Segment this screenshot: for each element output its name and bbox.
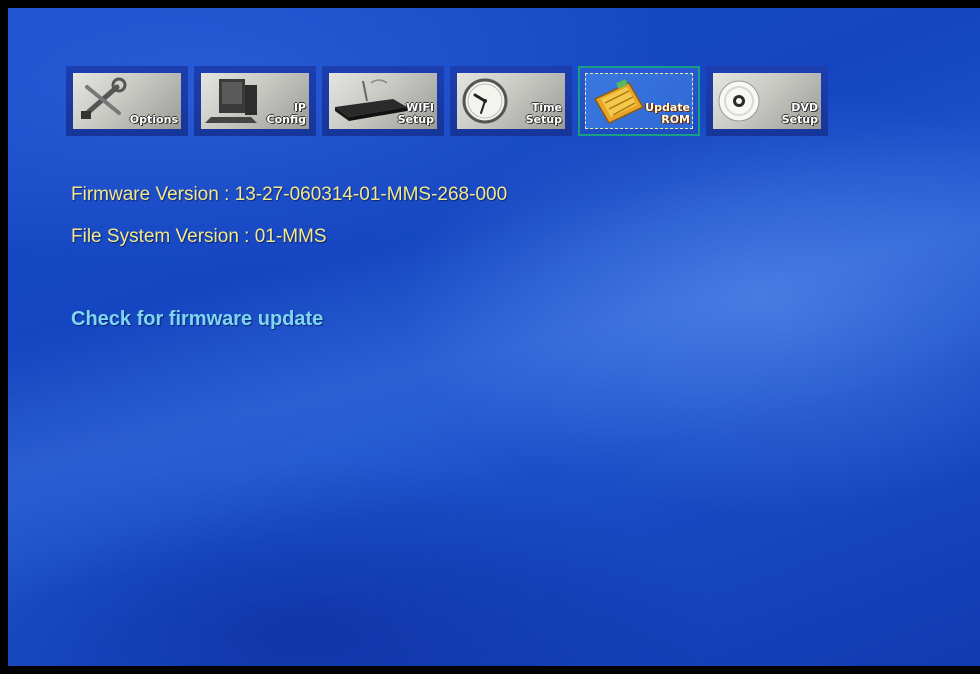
settings-toolbar: Options IP Config WIFI Setup Time Setup … <box>66 66 828 136</box>
clock-icon <box>462 78 508 124</box>
file-system-version-text: File System Version : 01-MMS <box>71 226 327 247</box>
tab-options[interactable]: Options <box>66 66 188 136</box>
check-firmware-update-option[interactable]: Check for firmware update <box>71 308 323 331</box>
tab-ip-config[interactable]: IP Config <box>194 66 316 136</box>
tab-options-label: Options <box>129 113 178 126</box>
tab-dvd-setup[interactable]: DVD Setup <box>706 66 828 136</box>
tools-icon <box>81 77 127 119</box>
computer-icon <box>205 79 257 123</box>
screen: Options IP Config WIFI Setup Time Setup … <box>8 8 980 666</box>
tab-ip-config-label: IP Config <box>266 101 307 126</box>
tab-update-rom-label: Update ROM <box>645 101 690 126</box>
tab-time-setup[interactable]: Time Setup <box>450 66 572 136</box>
tab-update-rom[interactable]: Update ROM <box>578 66 700 136</box>
chip-icon <box>593 79 645 124</box>
tab-dvd-setup-label: DVD Setup <box>781 101 818 126</box>
firmware-version-text: Firmware Version : 13-27-060314-01-MMS-2… <box>71 184 508 205</box>
background-light-band <box>8 76 980 620</box>
tab-time-setup-label: Time Setup <box>525 101 562 126</box>
tab-wifi-setup[interactable]: WIFI Setup <box>322 66 444 136</box>
tab-wifi-setup-label: WIFI Setup <box>397 101 434 126</box>
disc-icon <box>718 80 760 122</box>
